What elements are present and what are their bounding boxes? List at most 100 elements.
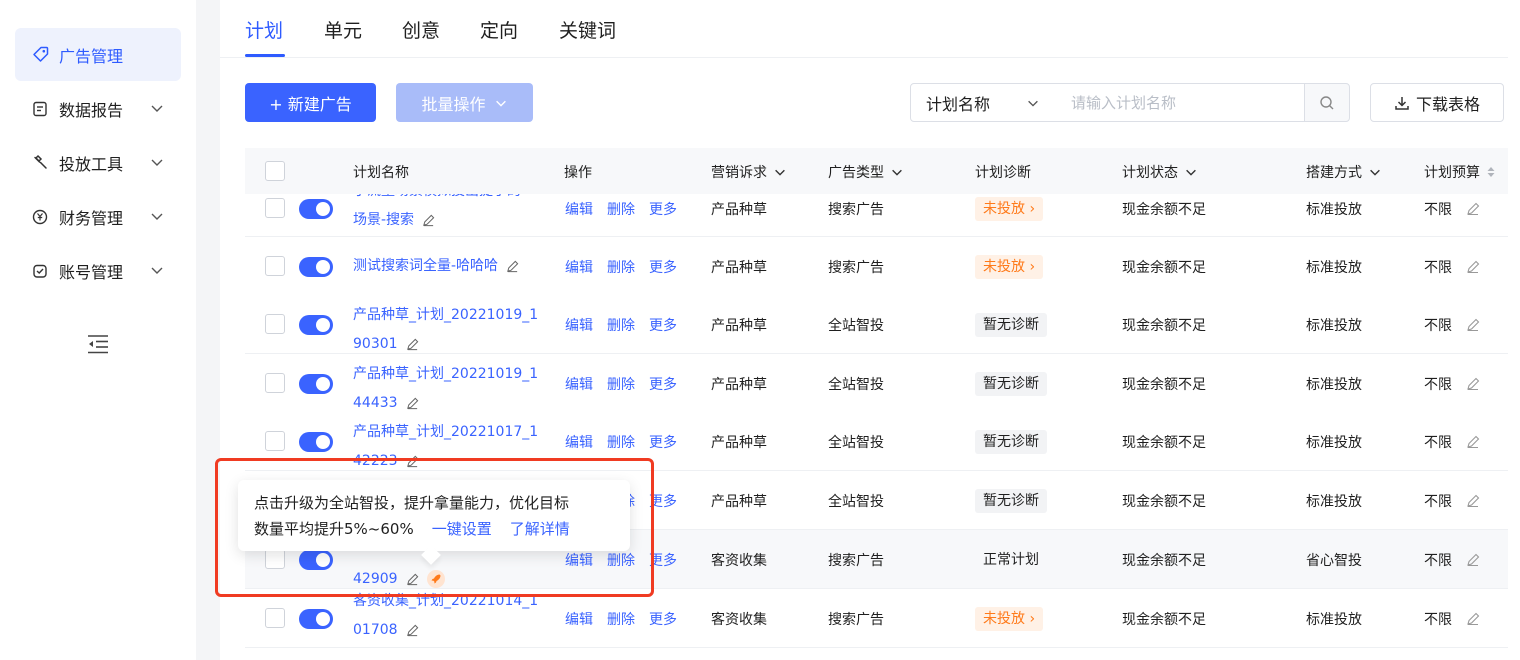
more-link[interactable]: 更多	[649, 609, 677, 629]
plan-name-link[interactable]: 产品种草_计划_20221019_1 90301	[353, 301, 549, 359]
delete-link[interactable]: 删除	[607, 315, 635, 335]
delete-link[interactable]: 删除	[607, 550, 635, 570]
sidebar-item-tools[interactable]: 投放工具	[15, 136, 181, 189]
edit-pencil-icon[interactable]	[1466, 435, 1480, 449]
tab-targeting[interactable]: 定向	[480, 16, 518, 43]
sidebar-item-finance[interactable]: 财务管理	[15, 190, 181, 243]
tab-bar: 计划 单元 创意 定向 关键词	[220, 0, 1508, 58]
more-link[interactable]: 更多	[649, 315, 677, 335]
sidebar-item-ad-management[interactable]: 广告管理	[15, 28, 181, 81]
edit-pencil-icon[interactable]	[406, 455, 419, 468]
delete-link[interactable]: 删除	[607, 374, 635, 394]
more-link[interactable]: 更多	[649, 432, 677, 452]
edit-pencil-icon[interactable]	[1466, 202, 1480, 216]
plan-name-link[interactable]: 测试搜索词全量-哈哈哈	[353, 252, 549, 281]
delete-link[interactable]: 删除	[607, 432, 635, 452]
edit-pencil-icon[interactable]	[406, 624, 419, 637]
plan-name-link[interactable]: 小流量场景模拟投出提了的 场景-搜索	[353, 194, 549, 235]
build-cell: 标准投放	[1306, 435, 1362, 451]
edit-pencil-icon[interactable]	[1466, 494, 1480, 508]
edit-link[interactable]: 编辑	[565, 609, 593, 629]
sidebar-item-data-report[interactable]: 数据报告	[15, 82, 181, 135]
edit-link[interactable]: 编辑	[565, 374, 593, 394]
edit-link[interactable]: 编辑	[565, 315, 593, 335]
more-link[interactable]: 更多	[649, 374, 677, 394]
column-header-build[interactable]: 搭建方式	[1306, 162, 1382, 182]
row-checkbox[interactable]	[265, 608, 285, 628]
edit-pencil-icon[interactable]	[406, 338, 419, 351]
row-checkbox[interactable]	[265, 198, 285, 218]
plan-toggle[interactable]	[299, 199, 333, 219]
column-header-marketing[interactable]: 营销诉求	[711, 162, 787, 182]
edit-pencil-icon[interactable]	[406, 397, 419, 410]
rocket-upgrade-icon[interactable]	[426, 570, 445, 588]
edit-pencil-icon[interactable]	[1466, 260, 1480, 274]
tab-keywords[interactable]: 关键词	[559, 16, 616, 43]
delete-link[interactable]: 删除	[607, 609, 635, 629]
download-table-button[interactable]: 下载表格	[1370, 83, 1504, 122]
delete-link[interactable]: 删除	[607, 257, 635, 277]
edit-link[interactable]: 编辑	[565, 257, 593, 277]
more-link[interactable]: 更多	[649, 491, 677, 511]
diagnosis-badge: 暂无诊断	[975, 489, 1047, 513]
diagnosis-badge[interactable]: 未投放 ›	[975, 255, 1044, 279]
learn-more-link[interactable]: 了解详情	[510, 520, 570, 538]
plan-name-line: 产品种草_计划_20221017_1	[353, 424, 539, 440]
plan-name-link[interactable]: 产品种草_计划_20221019_1 44433	[353, 360, 549, 418]
edit-pencil-icon[interactable]	[1466, 553, 1480, 567]
build-cell: 标准投放	[1306, 202, 1362, 218]
more-link[interactable]: 更多	[649, 550, 677, 570]
column-header-status[interactable]: 计划状态	[1122, 162, 1198, 182]
plan-name-link[interactable]: 客资收集_计划_20221014_1 01708	[353, 587, 549, 645]
sidebar-item-account[interactable]: 账号管理	[15, 244, 181, 297]
row-checkbox[interactable]	[265, 256, 285, 276]
edit-link[interactable]: 编辑	[565, 550, 593, 570]
edit-pencil-icon[interactable]	[406, 573, 419, 586]
account-icon	[31, 262, 49, 280]
edit-pencil-icon[interactable]	[1466, 377, 1480, 391]
adtype-cell: 全站智投	[828, 435, 884, 451]
row-checkbox[interactable]	[265, 373, 285, 393]
diagnosis-badge[interactable]: 未投放 ›	[975, 197, 1044, 221]
batch-operation-button[interactable]: 批量操作	[396, 83, 533, 122]
more-link[interactable]: 更多	[649, 199, 677, 219]
more-link[interactable]: 更多	[649, 257, 677, 277]
plan-name-line: 测试搜索词全量-哈哈哈	[353, 258, 499, 274]
tab-unit[interactable]: 单元	[324, 16, 362, 43]
plan-toggle[interactable]	[299, 550, 333, 570]
plan-toggle[interactable]	[299, 374, 333, 394]
collapse-icon[interactable]	[86, 333, 110, 355]
select-all-checkbox[interactable]	[265, 161, 285, 181]
column-header-budget[interactable]: 计划预算	[1424, 162, 1496, 182]
delete-link[interactable]: 删除	[607, 199, 635, 219]
build-cell: 省心智投	[1306, 553, 1362, 569]
tab-plan[interactable]: 计划	[245, 16, 283, 43]
search-input[interactable]	[1056, 83, 1305, 122]
filter-field-select[interactable]: 计划名称	[910, 83, 1057, 122]
tab-creative[interactable]: 创意	[402, 16, 440, 43]
row-checkbox[interactable]	[265, 549, 285, 569]
edit-pencil-icon[interactable]	[1466, 318, 1480, 332]
edit-link[interactable]: 编辑	[565, 432, 593, 452]
column-header-adtype[interactable]: 广告类型	[828, 162, 904, 182]
row-checkbox[interactable]	[265, 431, 285, 451]
plan-name-link[interactable]: 产品种草_计划_20221017_1 42223	[353, 418, 549, 476]
plan-toggle[interactable]	[299, 257, 333, 277]
marketing-cell: 产品种草	[711, 202, 767, 218]
budget-cell: 不限	[1424, 432, 1480, 452]
plan-toggle[interactable]	[299, 432, 333, 452]
search-button[interactable]	[1304, 83, 1350, 122]
sidebar-item-label: 投放工具	[59, 154, 124, 174]
edit-pencil-icon[interactable]	[506, 260, 519, 273]
diagnosis-badge[interactable]: 未投放 ›	[975, 607, 1044, 631]
plan-toggle[interactable]	[299, 315, 333, 335]
edit-pencil-icon[interactable]	[422, 214, 435, 227]
new-ad-button[interactable]: + 新建广告	[245, 83, 376, 122]
edit-pencil-icon[interactable]	[1466, 612, 1480, 626]
upgrade-tooltip: 点击升级为全站智投，提升拿量能力，优化目标 数量平均提升5%~60% 一键设置 了解…	[238, 480, 630, 551]
tag-icon	[31, 46, 49, 64]
plan-toggle[interactable]	[299, 609, 333, 629]
row-checkbox[interactable]	[265, 314, 285, 334]
one-click-setup-link[interactable]: 一键设置	[432, 520, 492, 538]
edit-link[interactable]: 编辑	[565, 199, 593, 219]
